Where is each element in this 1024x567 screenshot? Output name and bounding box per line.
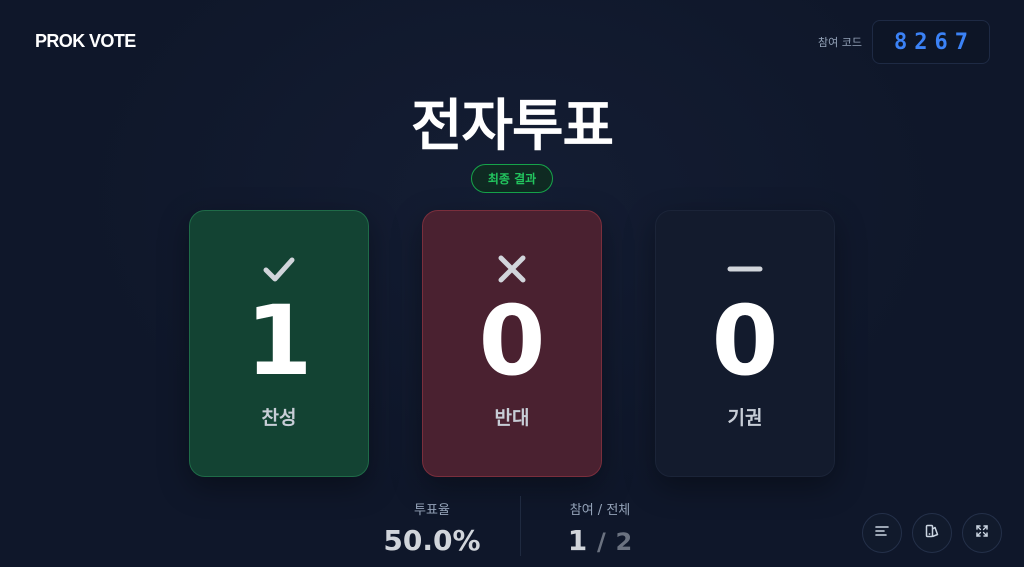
- participation-label: 참여 / 전체: [569, 503, 631, 518]
- turnout-value: 50.0%: [383, 524, 481, 557]
- vote-count-abstain: 0: [711, 285, 779, 397]
- participation-separator: /: [597, 528, 606, 556]
- join-code-value: 8267: [872, 20, 990, 64]
- vote-label-no: 반대: [494, 407, 530, 429]
- minus-icon: [727, 251, 763, 287]
- menu-lines-icon: [874, 523, 890, 543]
- vote-card-no: 0 반대: [422, 210, 602, 477]
- x-icon: [494, 251, 530, 287]
- vote-screen: PROK VOTE 참여 코드 8267 전자투표 최종 결과 1 찬성 0 반…: [0, 0, 1024, 567]
- participation-stat: 참여 / 전체 1 / 2: [540, 496, 660, 558]
- join-code-label: 참여 코드: [818, 36, 862, 49]
- theme-button[interactable]: [912, 513, 952, 553]
- stats-divider: [520, 496, 521, 556]
- page-title: 전자투표: [410, 94, 614, 159]
- vote-label-abstain: 기권: [727, 407, 763, 429]
- fullscreen-icon: [974, 523, 990, 543]
- vote-card-yes: 1 찬성: [189, 210, 369, 477]
- vote-label-yes: 찬성: [261, 407, 297, 429]
- participation-value: 1 / 2: [540, 524, 660, 558]
- turnout-label: 투표율: [414, 503, 450, 518]
- participated-count: 1: [567, 524, 588, 557]
- vote-count-yes: 1: [245, 285, 313, 397]
- total-count: 2: [615, 528, 633, 556]
- app-logo: PROK VOTE: [35, 31, 136, 51]
- turnout-stat: 투표율 50.0%: [370, 496, 494, 558]
- theme-icon: [924, 523, 940, 543]
- fullscreen-button[interactable]: [962, 513, 1002, 553]
- check-icon: [261, 251, 297, 287]
- vote-card-abstain: 0 기권: [655, 210, 835, 477]
- join-code: 참여 코드 8267: [818, 20, 990, 64]
- menu-button[interactable]: [862, 513, 902, 553]
- status-badge: 최종 결과: [470, 164, 554, 193]
- vote-count-no: 0: [478, 285, 546, 397]
